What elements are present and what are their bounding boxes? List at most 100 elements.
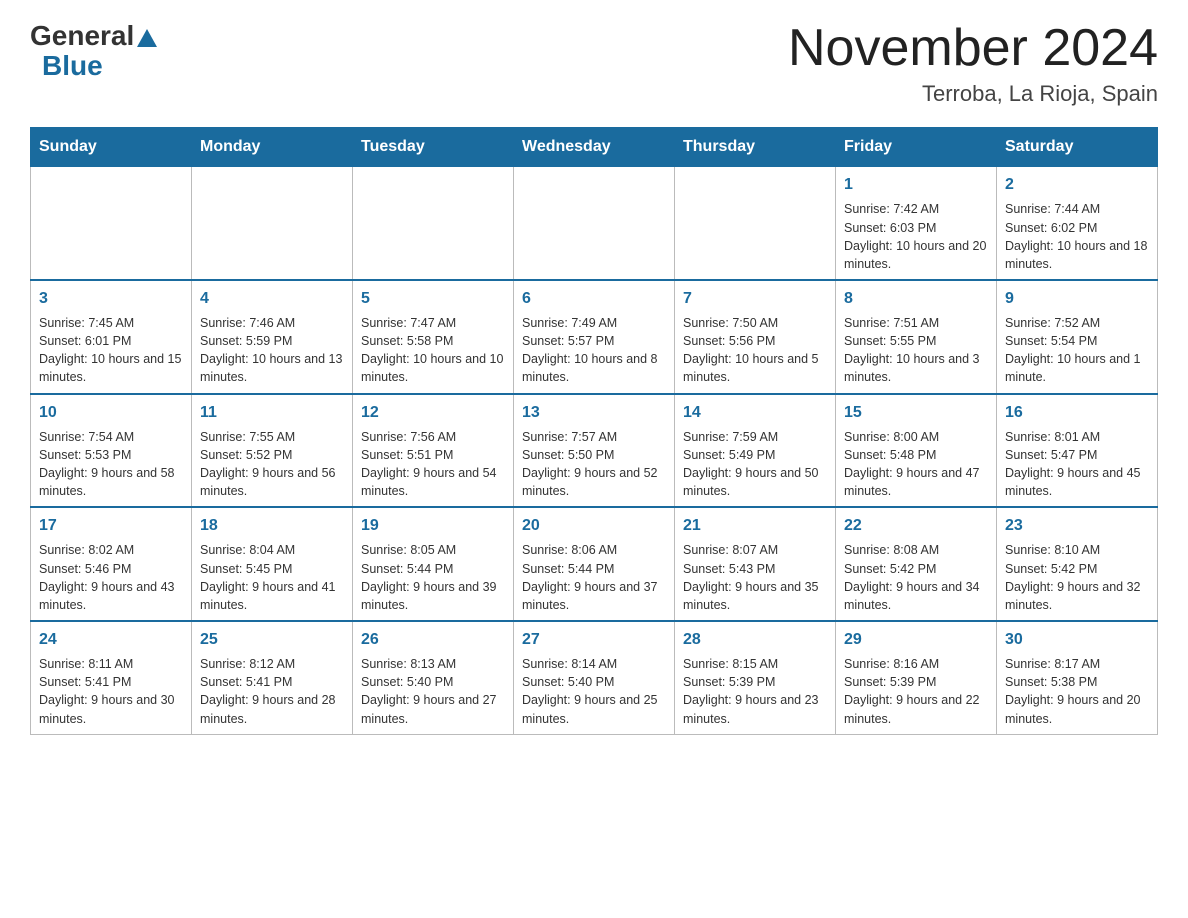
day-info: Sunrise: 7:55 AMSunset: 5:52 PMDaylight:…	[200, 428, 344, 501]
calendar-day-cell: 15 Sunrise: 8:00 AMSunset: 5:48 PMDayligh…	[836, 394, 997, 508]
day-number: 19	[361, 514, 505, 537]
calendar-day-cell	[192, 167, 353, 280]
day-number: 9	[1005, 287, 1149, 310]
day-number: 15	[844, 401, 988, 424]
day-number: 1	[844, 173, 988, 196]
day-number: 10	[39, 401, 183, 424]
day-info: Sunrise: 7:42 AMSunset: 6:03 PMDaylight:…	[844, 200, 988, 273]
calendar-day-cell: 30Sunrise: 8:17 AMSunset: 5:38 PMDayligh…	[997, 621, 1158, 734]
day-number: 13	[522, 401, 666, 424]
day-number: 12	[361, 401, 505, 424]
title-block: November 2024 Terroba, La Rioja, Spain	[788, 20, 1158, 107]
calendar-table: SundayMondayTuesdayWednesdayThursdayFrid…	[30, 127, 1158, 734]
page-title: November 2024	[788, 20, 1158, 77]
calendar-week-row: 10 Sunrise: 7:54 AMSunset: 5:53 PMDayligh…	[31, 394, 1158, 508]
day-number: 3	[39, 287, 183, 310]
day-number: 28	[683, 628, 827, 651]
day-info: Sunrise: 7:49 AMSunset: 5:57 PMDaylight:…	[522, 314, 666, 387]
day-number: 14	[683, 401, 827, 424]
day-number: 22	[844, 514, 988, 537]
calendar-day-cell: 11 Sunrise: 7:55 AMSunset: 5:52 PMDayligh…	[192, 394, 353, 508]
day-number: 25	[200, 628, 344, 651]
day-number: 29	[844, 628, 988, 651]
day-info: Sunrise: 8:08 AMSunset: 5:42 PMDaylight:…	[844, 541, 988, 614]
day-of-week-header: Sunday	[31, 128, 192, 167]
day-number: 11	[200, 401, 344, 424]
calendar-day-cell: 18 Sunrise: 8:04 AMSunset: 5:45 PMDayligh…	[192, 507, 353, 621]
logo: General Blue	[30, 20, 157, 82]
day-info: Sunrise: 7:44 AMSunset: 6:02 PMDaylight:…	[1005, 200, 1149, 273]
day-info: Sunrise: 8:15 AMSunset: 5:39 PMDaylight:…	[683, 655, 827, 728]
day-info: Sunrise: 8:00 AMSunset: 5:48 PMDaylight:…	[844, 428, 988, 501]
calendar-day-cell	[675, 167, 836, 280]
day-number: 6	[522, 287, 666, 310]
calendar-day-cell: 10 Sunrise: 7:54 AMSunset: 5:53 PMDayligh…	[31, 394, 192, 508]
calendar-day-cell: 6 Sunrise: 7:49 AMSunset: 5:57 PMDaylight…	[514, 280, 675, 394]
calendar-day-cell: 22 Sunrise: 8:08 AMSunset: 5:42 PMDayligh…	[836, 507, 997, 621]
day-of-week-header: Tuesday	[353, 128, 514, 167]
day-info: Sunrise: 8:11 AMSunset: 5:41 PMDaylight:…	[39, 655, 183, 728]
calendar-day-cell: 23 Sunrise: 8:10 AMSunset: 5:42 PMDayligh…	[997, 507, 1158, 621]
day-number: 20	[522, 514, 666, 537]
day-number: 23	[1005, 514, 1149, 537]
day-info: Sunrise: 7:59 AMSunset: 5:49 PMDaylight:…	[683, 428, 827, 501]
calendar-day-cell: 13 Sunrise: 7:57 AMSunset: 5:50 PMDayligh…	[514, 394, 675, 508]
logo-blue-text: Blue	[42, 50, 103, 82]
day-info: Sunrise: 7:57 AMSunset: 5:50 PMDaylight:…	[522, 428, 666, 501]
calendar-day-cell: 3 Sunrise: 7:45 AMSunset: 6:01 PMDaylight…	[31, 280, 192, 394]
day-number: 18	[200, 514, 344, 537]
day-info: Sunrise: 8:10 AMSunset: 5:42 PMDaylight:…	[1005, 541, 1149, 614]
calendar-day-cell: 19 Sunrise: 8:05 AMSunset: 5:44 PMDayligh…	[353, 507, 514, 621]
day-number: 27	[522, 628, 666, 651]
logo-general-text: General	[30, 20, 134, 52]
calendar-day-cell: 12 Sunrise: 7:56 AMSunset: 5:51 PMDayligh…	[353, 394, 514, 508]
day-info: Sunrise: 8:12 AMSunset: 5:41 PMDaylight:…	[200, 655, 344, 728]
day-info: Sunrise: 8:01 AMSunset: 5:47 PMDaylight:…	[1005, 428, 1149, 501]
day-info: Sunrise: 8:13 AMSunset: 5:40 PMDaylight:…	[361, 655, 505, 728]
day-number: 16	[1005, 401, 1149, 424]
day-info: Sunrise: 8:02 AMSunset: 5:46 PMDaylight:…	[39, 541, 183, 614]
day-info: Sunrise: 7:47 AMSunset: 5:58 PMDaylight:…	[361, 314, 505, 387]
day-info: Sunrise: 7:52 AMSunset: 5:54 PMDaylight:…	[1005, 314, 1149, 387]
day-number: 21	[683, 514, 827, 537]
day-number: 4	[200, 287, 344, 310]
day-info: Sunrise: 7:56 AMSunset: 5:51 PMDaylight:…	[361, 428, 505, 501]
day-number: 30	[1005, 628, 1149, 651]
logo-triangle-icon	[137, 29, 157, 47]
day-of-week-header: Wednesday	[514, 128, 675, 167]
calendar-week-row: 17Sunrise: 8:02 AMSunset: 5:46 PMDayligh…	[31, 507, 1158, 621]
day-info: Sunrise: 8:06 AMSunset: 5:44 PMDaylight:…	[522, 541, 666, 614]
day-info: Sunrise: 8:04 AMSunset: 5:45 PMDaylight:…	[200, 541, 344, 614]
calendar-week-row: 24Sunrise: 8:11 AMSunset: 5:41 PMDayligh…	[31, 621, 1158, 734]
subtitle: Terroba, La Rioja, Spain	[788, 81, 1158, 107]
calendar-week-row: 3 Sunrise: 7:45 AMSunset: 6:01 PMDaylight…	[31, 280, 1158, 394]
day-of-week-header: Saturday	[997, 128, 1158, 167]
calendar-day-cell: 8Sunrise: 7:51 AMSunset: 5:55 PMDaylight…	[836, 280, 997, 394]
calendar-day-cell	[514, 167, 675, 280]
day-number: 7	[683, 287, 827, 310]
calendar-day-cell: 16 Sunrise: 8:01 AMSunset: 5:47 PMDayligh…	[997, 394, 1158, 508]
day-info: Sunrise: 7:45 AMSunset: 6:01 PMDaylight:…	[39, 314, 183, 387]
day-info: Sunrise: 8:05 AMSunset: 5:44 PMDaylight:…	[361, 541, 505, 614]
calendar-day-cell	[353, 167, 514, 280]
day-info: Sunrise: 8:16 AMSunset: 5:39 PMDaylight:…	[844, 655, 988, 728]
calendar-week-row: 1 Sunrise: 7:42 AMSunset: 6:03 PMDaylight…	[31, 167, 1158, 280]
calendar-header-row: SundayMondayTuesdayWednesdayThursdayFrid…	[31, 128, 1158, 167]
day-of-week-header: Friday	[836, 128, 997, 167]
calendar-day-cell: 29 Sunrise: 8:16 AMSunset: 5:39 PMDayligh…	[836, 621, 997, 734]
calendar-day-cell: 14 Sunrise: 7:59 AMSunset: 5:49 PMDayligh…	[675, 394, 836, 508]
calendar-day-cell	[31, 167, 192, 280]
day-info: Sunrise: 7:46 AMSunset: 5:59 PMDaylight:…	[200, 314, 344, 387]
day-info: Sunrise: 7:50 AMSunset: 5:56 PMDaylight:…	[683, 314, 827, 387]
day-info: Sunrise: 7:54 AMSunset: 5:53 PMDaylight:…	[39, 428, 183, 501]
calendar-day-cell: 20 Sunrise: 8:06 AMSunset: 5:44 PMDayligh…	[514, 507, 675, 621]
day-number: 26	[361, 628, 505, 651]
calendar-day-cell: 26 Sunrise: 8:13 AMSunset: 5:40 PMDayligh…	[353, 621, 514, 734]
page-header: General Blue November 2024 Terroba, La R…	[30, 20, 1158, 107]
day-number: 2	[1005, 173, 1149, 196]
calendar-day-cell: 2 Sunrise: 7:44 AMSunset: 6:02 PMDaylight…	[997, 167, 1158, 280]
calendar-day-cell: 28 Sunrise: 8:15 AMSunset: 5:39 PMDayligh…	[675, 621, 836, 734]
day-info: Sunrise: 8:14 AMSunset: 5:40 PMDaylight:…	[522, 655, 666, 728]
calendar-day-cell: 25 Sunrise: 8:12 AMSunset: 5:41 PMDayligh…	[192, 621, 353, 734]
day-of-week-header: Thursday	[675, 128, 836, 167]
